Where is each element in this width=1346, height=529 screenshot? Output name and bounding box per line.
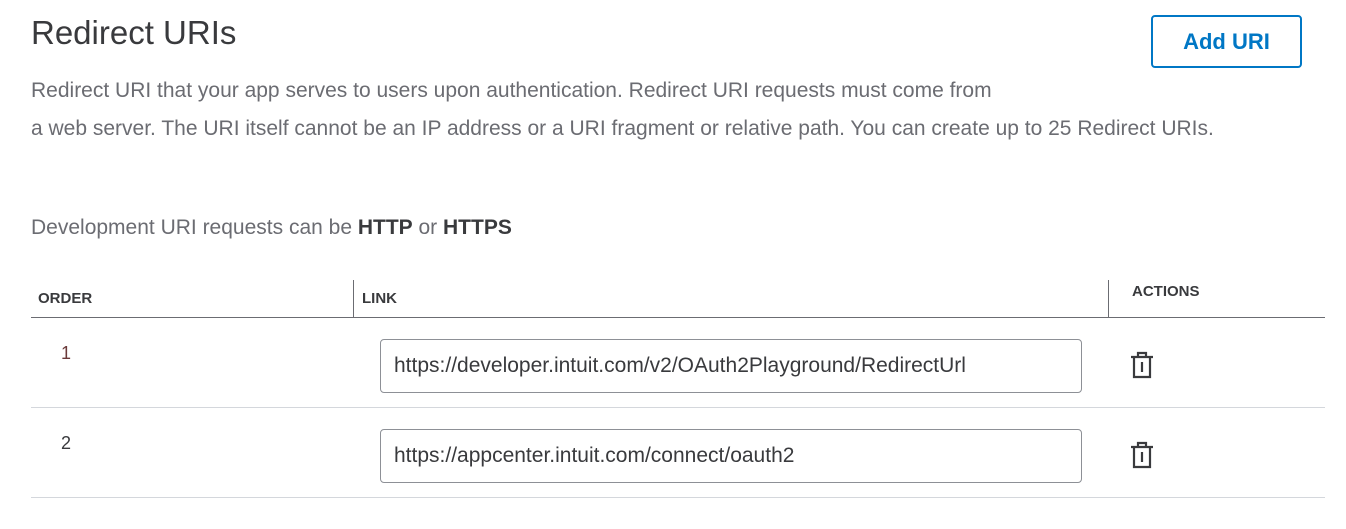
dev-note-or: or — [412, 216, 444, 239]
description: Redirect URI that your app serves to use… — [31, 72, 1331, 148]
redirect-uri-table: ORDER LINK ACTIONS 1 2 — [31, 278, 1325, 498]
https-label: HTTPS — [443, 216, 512, 239]
trash-icon[interactable] — [1130, 441, 1154, 469]
description-line-1: Redirect URI that your app serves to use… — [31, 79, 992, 102]
trash-icon[interactable] — [1130, 351, 1154, 379]
column-divider — [1108, 280, 1109, 318]
header-order: ORDER — [38, 290, 93, 307]
column-divider — [353, 280, 354, 318]
description-line-2: a web server. The URI itself cannot be a… — [31, 117, 1214, 140]
development-note: Development URI requests can be HTTP or … — [31, 216, 512, 240]
page-title: Redirect URIs — [31, 14, 237, 51]
row-order: 1 — [61, 343, 72, 363]
redirect-uri-input[interactable] — [380, 429, 1082, 483]
table-row: 2 — [31, 408, 1325, 498]
header-actions: ACTIONS — [1132, 283, 1200, 300]
add-uri-button[interactable]: Add URI — [1151, 15, 1302, 68]
dev-note-prefix: Development URI requests can be — [31, 216, 358, 239]
row-order: 2 — [61, 433, 72, 453]
table-header: ORDER LINK ACTIONS — [31, 278, 1325, 318]
header-link: LINK — [362, 290, 397, 307]
table-row: 1 — [31, 318, 1325, 408]
http-label: HTTP — [357, 216, 413, 239]
redirect-uri-input[interactable] — [380, 339, 1082, 393]
